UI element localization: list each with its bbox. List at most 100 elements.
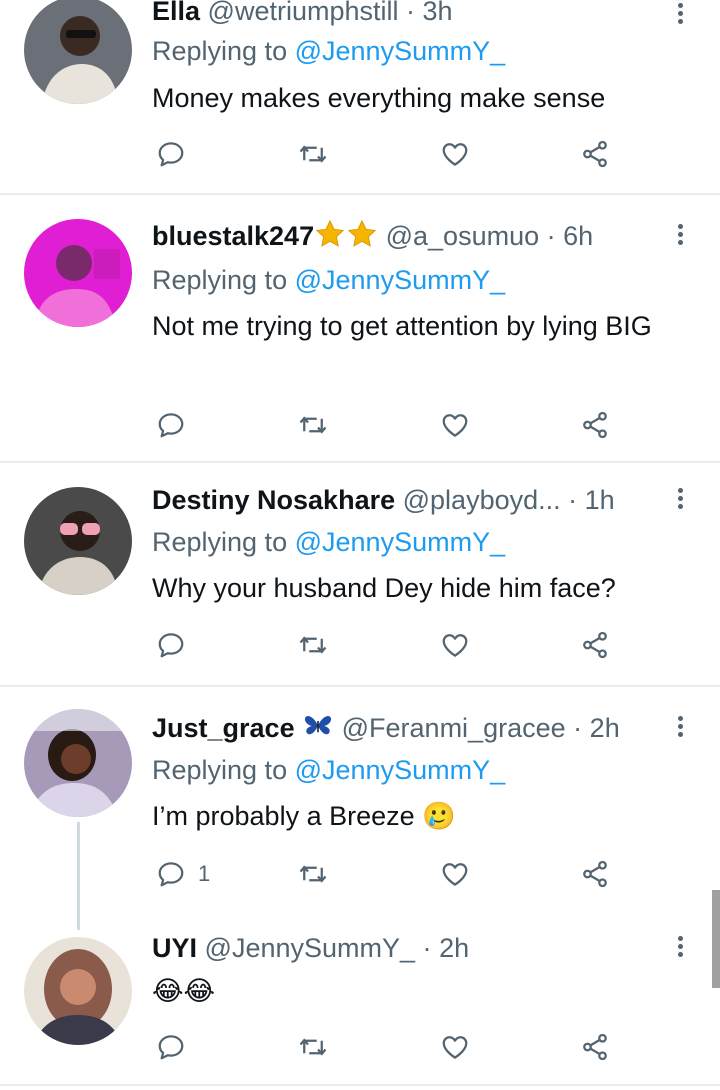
tweet-uyi[interactable]: UYI @JennySummY_ · 2h 😂😂	[0, 917, 720, 1087]
timestamp[interactable]: 2h	[590, 713, 620, 743]
tweet-ella[interactable]: Ella @wetriumphstill · 3h Replying to @J…	[0, 0, 720, 195]
like-button[interactable]	[440, 136, 470, 172]
replying-prefix: Replying to	[152, 265, 288, 295]
retweet-icon	[298, 410, 328, 440]
like-button[interactable]	[440, 407, 470, 443]
display-name[interactable]: Destiny Nosakhare	[152, 485, 395, 515]
star-icon	[314, 219, 346, 249]
avatar[interactable]	[24, 0, 132, 104]
reply-icon	[156, 859, 186, 889]
share-button[interactable]	[580, 856, 610, 892]
avatar[interactable]	[24, 709, 132, 817]
tweet-just-grace[interactable]: Just_grace @Feranmi_gracee · 2h Replying…	[0, 687, 720, 917]
reply-icon	[156, 630, 186, 660]
reply-button[interactable]	[156, 627, 198, 663]
tweet-destiny[interactable]: Destiny Nosakhare @playboyd... · 1h Repl…	[0, 463, 720, 685]
reply-button[interactable]	[156, 1029, 198, 1065]
user-handle[interactable]: @Feranmi_gracee	[342, 713, 566, 743]
retweet-button[interactable]	[298, 136, 328, 172]
display-name[interactable]: bluestalk247	[152, 221, 314, 251]
display-name[interactable]: Ella	[152, 0, 200, 26]
like-button[interactable]	[440, 856, 470, 892]
mention-link[interactable]: @JennySummY_	[295, 36, 506, 66]
user-handle[interactable]: @a_osumuo	[386, 221, 540, 251]
share-button[interactable]	[580, 627, 610, 663]
tweet-actions: 1	[152, 856, 632, 892]
timestamp[interactable]: 6h	[563, 221, 593, 251]
display-name[interactable]: UYI	[152, 933, 197, 963]
retweet-button[interactable]	[298, 856, 328, 892]
display-name[interactable]: Just_grace	[152, 713, 295, 743]
avatar-image	[24, 0, 132, 104]
like-icon	[440, 859, 470, 889]
more-icon[interactable]	[674, 0, 686, 30]
avatar-image	[24, 937, 132, 1045]
tweet-text: Why your husband Dey hide him face?	[152, 573, 616, 603]
retweet-button[interactable]	[298, 627, 328, 663]
mention-link[interactable]: @JennySummY_	[295, 265, 506, 295]
butterfly-icon	[302, 711, 334, 741]
reply-icon	[156, 139, 186, 169]
like-button[interactable]	[440, 627, 470, 663]
share-icon	[580, 1032, 610, 1062]
scrollbar[interactable]	[712, 890, 720, 988]
tweet-actions	[152, 407, 632, 443]
tweet-actions	[152, 1029, 632, 1065]
reply-count: 1	[198, 861, 211, 886]
mention-link[interactable]: @JennySummY_	[295, 527, 506, 557]
like-icon	[440, 1032, 470, 1062]
replying-prefix: Replying to	[152, 36, 288, 66]
share-button[interactable]	[580, 1029, 610, 1065]
mention-link[interactable]: @JennySummY_	[295, 755, 506, 785]
timestamp[interactable]: 1h	[585, 485, 615, 515]
user-handle[interactable]: @wetriumphstill	[208, 0, 399, 26]
avatar-image	[24, 709, 132, 817]
replying-to: Replying to @JennySummY_	[152, 263, 505, 297]
separator-dot: ·	[406, 0, 416, 26]
like-button[interactable]	[440, 1029, 470, 1065]
share-icon	[580, 630, 610, 660]
share-icon	[580, 859, 610, 889]
more-icon[interactable]	[674, 933, 686, 963]
tweet-text: I’m probably a Breeze 🥲	[152, 801, 456, 831]
retweet-button[interactable]	[298, 407, 328, 443]
avatar[interactable]	[24, 937, 132, 1045]
tweet-text: Money makes everything make sense	[152, 83, 606, 113]
tweet-header: Destiny Nosakhare @playboyd... · 1h	[152, 483, 660, 517]
star-icon	[346, 219, 378, 249]
tweet-header: Ella @wetriumphstill · 3h	[152, 0, 660, 28]
tweet-text: Not me trying to get attention by lying …	[152, 311, 652, 341]
avatar[interactable]	[24, 219, 132, 327]
timestamp[interactable]: 2h	[439, 933, 469, 963]
user-handle[interactable]: @JennySummY_	[205, 933, 416, 963]
tweet-actions	[152, 136, 632, 172]
avatar[interactable]	[24, 487, 132, 595]
retweet-icon	[298, 859, 328, 889]
like-icon	[440, 139, 470, 169]
separator-dot: ·	[568, 485, 578, 515]
tweet-bluestalk[interactable]: bluestalk247 @a_osumuo · 6h Replying to …	[0, 195, 720, 461]
user-handle[interactable]: @playboyd...	[403, 485, 561, 515]
separator-dot: ·	[422, 933, 432, 963]
retweet-button[interactable]	[298, 1029, 328, 1065]
share-button[interactable]	[580, 136, 610, 172]
avatar-image	[24, 219, 132, 327]
more-icon[interactable]	[674, 485, 686, 515]
replying-to: Replying to @JennySummY_	[152, 34, 505, 68]
tweet-header: UYI @JennySummY_ · 2h	[152, 931, 660, 965]
like-icon	[440, 410, 470, 440]
more-icon[interactable]	[674, 713, 686, 743]
share-icon	[580, 410, 610, 440]
reply-icon	[156, 410, 186, 440]
retweet-icon	[298, 630, 328, 660]
separator-dot: ·	[573, 713, 583, 743]
reply-button[interactable]	[156, 407, 198, 443]
timestamp[interactable]: 3h	[423, 0, 453, 26]
tweet-text: 😂😂	[152, 976, 216, 1006]
reply-button[interactable]	[156, 136, 198, 172]
share-button[interactable]	[580, 407, 610, 443]
reply-button[interactable]: 1	[156, 856, 210, 892]
separator-dot: ·	[546, 221, 556, 251]
replying-to: Replying to @JennySummY_	[152, 525, 505, 559]
more-icon[interactable]	[674, 221, 686, 251]
